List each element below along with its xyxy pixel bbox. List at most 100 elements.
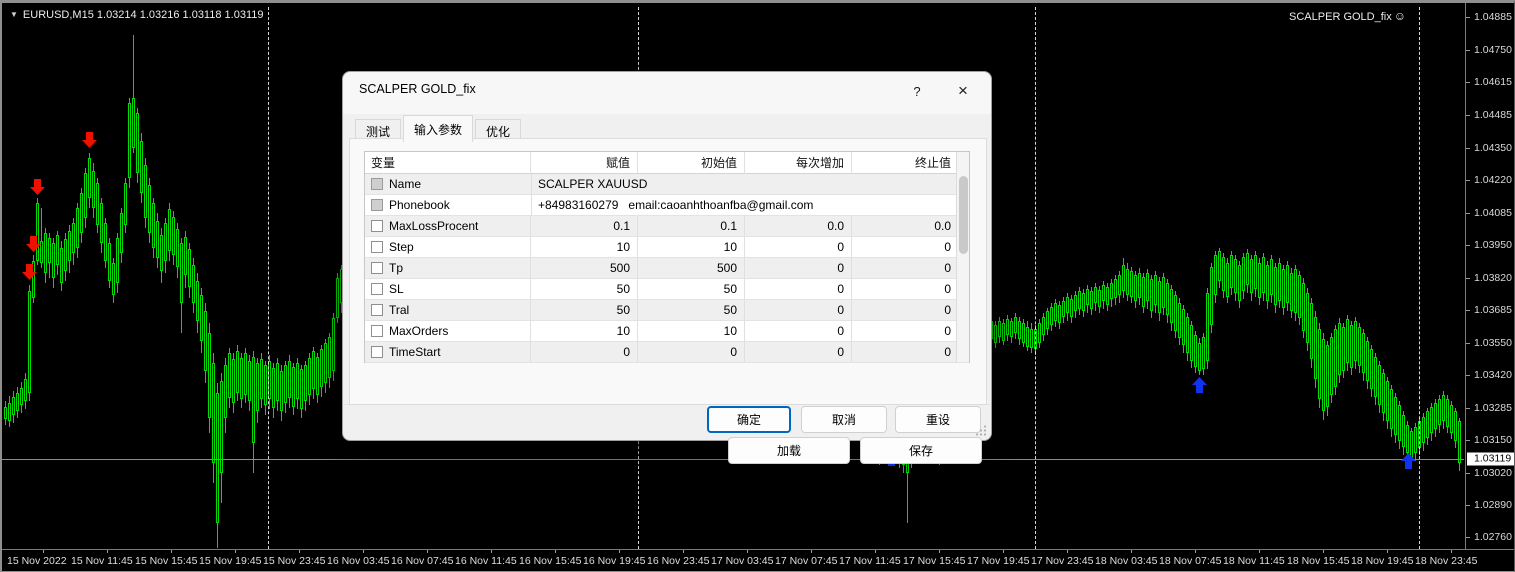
param-value[interactable]: 0.0	[744, 216, 851, 237]
candle-body	[56, 235, 59, 265]
dialog-title-bar[interactable]: SCALPER GOLD_fix ? ×	[343, 72, 991, 114]
param-value[interactable]: 0	[851, 342, 958, 363]
price-axis-tick	[1466, 375, 1470, 376]
candle-body	[1186, 317, 1189, 353]
param-checkbox[interactable]	[371, 220, 383, 232]
param-value[interactable]: 0.1	[637, 216, 744, 237]
candle-body	[116, 238, 119, 283]
candle-body	[1046, 311, 1049, 329]
param-row[interactable]: Tp 500 500 0 0	[365, 258, 969, 279]
param-value[interactable]: 50	[530, 279, 637, 300]
ok-button[interactable]: 确定	[707, 406, 791, 433]
param-value[interactable]: 0	[744, 279, 851, 300]
buy-arrow-icon	[1401, 453, 1416, 469]
ohlc-values: 1.03214 1.03216 1.03118 1.03119	[96, 9, 264, 21]
param-row[interactable]: MaxLossProcent 0.1 0.1 0.0 0.0	[365, 216, 969, 237]
ea-smiley-icon[interactable]: ☺	[1394, 9, 1406, 23]
close-icon[interactable]: ×	[943, 76, 983, 106]
price-axis-tick	[1466, 473, 1470, 474]
param-value[interactable]: 0	[744, 237, 851, 258]
reset-button[interactable]: 重设	[895, 406, 981, 433]
param-row[interactable]: Phonebook +84983160279 email:caoanhthoanf…	[365, 195, 969, 216]
candle-body	[1422, 417, 1425, 443]
candle-body	[1370, 349, 1373, 389]
candle-body	[24, 379, 27, 401]
param-value[interactable]: 10	[637, 321, 744, 342]
param-value[interactable]: 500	[637, 258, 744, 279]
param-row[interactable]: Step 10 10 0 0	[365, 237, 969, 258]
param-value[interactable]: 0	[744, 342, 851, 363]
param-row[interactable]: MaxOrders 10 10 0 0	[365, 321, 969, 342]
time-axis[interactable]: 15 Nov 2022 15 Nov 11:45 15 Nov 15:45 15 No…	[2, 549, 1514, 571]
param-row[interactable]: TimeStart 0 0 0 0	[365, 342, 969, 363]
load-button[interactable]: 加载	[728, 437, 850, 464]
time-axis-label: 16 Nov 03:45	[327, 555, 390, 567]
price-axis[interactable]: 1.04885 1.04750 1.04615 1.04485 1.04350 1.042…	[1465, 3, 1514, 549]
candle-body	[1194, 335, 1197, 367]
param-checkbox[interactable]	[371, 199, 383, 211]
parameters-table: 变量 赋值 初始值 每次增加 终止值 Name SCALPER XAUUSD Phoneboo…	[364, 151, 970, 363]
param-value[interactable]: 0	[851, 279, 958, 300]
mt-terminal-window: ▼ EURUSD,M15 1.03214 1.03216 1.03118 1.03…	[0, 0, 1515, 572]
param-value[interactable]: 0	[744, 258, 851, 279]
table-scrollbar[interactable]	[956, 152, 969, 362]
time-axis-tick	[1259, 550, 1260, 553]
candle-body	[184, 237, 187, 275]
param-value[interactable]: 0	[744, 321, 851, 342]
param-value[interactable]: 0	[744, 300, 851, 321]
param-checkbox[interactable]	[371, 325, 383, 337]
param-name: Name	[389, 177, 422, 191]
time-axis-tick	[811, 550, 812, 553]
time-axis-tick	[1067, 550, 1068, 553]
param-value[interactable]: 10	[530, 321, 637, 342]
param-value[interactable]: 0	[530, 342, 637, 363]
candle-body	[1094, 287, 1097, 303]
sell-arrow-icon	[26, 236, 41, 252]
param-value[interactable]: 0.1	[530, 216, 637, 237]
candle-body	[1242, 257, 1245, 291]
candle-body	[1322, 339, 1325, 411]
param-checkbox[interactable]	[371, 283, 383, 295]
param-value[interactable]: 0	[851, 237, 958, 258]
param-value[interactable]: 50	[637, 300, 744, 321]
param-value[interactable]: 0	[637, 342, 744, 363]
candle-body	[1386, 381, 1389, 421]
candle-body	[1098, 290, 1101, 307]
price-axis-label: 1.04085	[1474, 207, 1512, 219]
param-value[interactable]: 10	[530, 237, 637, 258]
param-checkbox[interactable]	[371, 346, 383, 358]
price-axis-tick	[1466, 245, 1470, 246]
param-value[interactable]: 50	[637, 279, 744, 300]
param-row[interactable]: Tral 50 50 0 0	[365, 300, 969, 321]
param-value[interactable]: 50	[530, 300, 637, 321]
param-value[interactable]: 0.0	[851, 216, 958, 237]
param-value[interactable]: 0	[851, 258, 958, 279]
param-value[interactable]: 0	[851, 300, 958, 321]
param-value[interactable]: 500	[530, 258, 637, 279]
param-value[interactable]: +84983160279 email:caoanhthoanfba@gmail.…	[531, 195, 958, 216]
param-value[interactable]: 10	[637, 237, 744, 258]
candle-body	[44, 233, 47, 273]
table-header-cell: 赋值	[530, 152, 637, 174]
param-value[interactable]: 0	[851, 321, 958, 342]
table-scrollbar-thumb[interactable]	[959, 176, 968, 254]
price-axis-label: 1.03420	[1474, 369, 1512, 381]
help-button[interactable]: ?	[899, 76, 935, 106]
symbol-dropdown-icon[interactable]: ▼	[10, 10, 18, 19]
param-checkbox[interactable]	[371, 304, 383, 316]
tab-inputs[interactable]: 输入参数	[403, 115, 474, 142]
param-row[interactable]: SL 50 50 0 0	[365, 279, 969, 300]
candle-body	[232, 359, 235, 403]
resize-grip[interactable]	[976, 425, 987, 436]
candle-body	[1066, 297, 1069, 313]
save-button[interactable]: 保存	[860, 437, 982, 464]
candle-body	[1022, 323, 1025, 343]
param-checkbox[interactable]	[371, 178, 383, 190]
param-row[interactable]: Name SCALPER XAUUSD	[365, 174, 969, 195]
param-checkbox[interactable]	[371, 262, 383, 274]
cancel-button[interactable]: 取消	[801, 406, 887, 433]
time-axis-label: 18 Nov 23:45	[1415, 555, 1478, 567]
candle-body	[272, 368, 275, 408]
param-checkbox[interactable]	[371, 241, 383, 253]
param-value[interactable]: SCALPER XAUUSD	[531, 174, 958, 195]
